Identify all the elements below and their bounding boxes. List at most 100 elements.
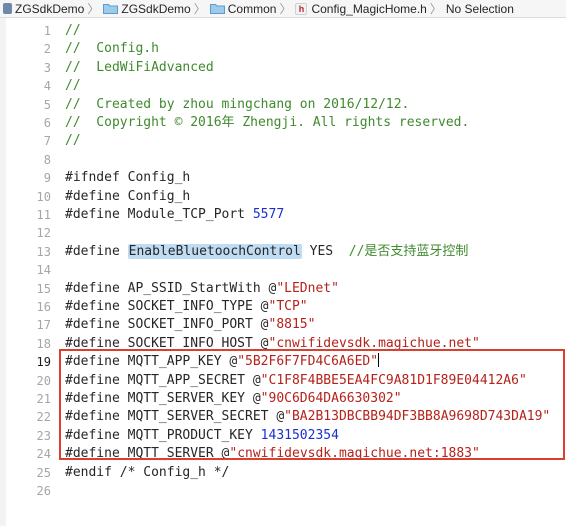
- code-text: // Config.h: [65, 40, 159, 58]
- line-number: 19: [36, 355, 51, 370]
- crumb-project-label: ZGSdkDemo: [15, 1, 85, 16]
- code-comment: // Copyright © 2016年 Zhengji. All rights…: [65, 115, 470, 130]
- code-text: //: [65, 22, 81, 40]
- folder-icon: [209, 4, 225, 14]
- code-line[interactable]: 4 //: [0, 77, 566, 95]
- code-comment: // LedWiFiAdvanced: [65, 59, 214, 75]
- code-text: // Copyright © 2016年 Zhengji. All rights…: [65, 114, 469, 132]
- crumb-project[interactable]: ZGSdkDemo 〉: [3, 0, 103, 17]
- code-token: #define SOCKET_INFO_TYPE @: [65, 299, 269, 314]
- jump-bar: ZGSdkDemo 〉 ZGSdkDemo 〉 Common 〉 h Confi…: [0, 0, 566, 18]
- line-number: 1: [43, 24, 51, 38]
- code-token: #endif /* Config_h */: [65, 464, 230, 480]
- code-line[interactable]: 5 // Created by zhou mingchang on 2016/12…: [0, 96, 566, 114]
- code-line[interactable]: 2 // Config.h: [0, 40, 566, 58]
- code-text: #define AP_SSID_StartWith @"LEDnet": [65, 280, 339, 298]
- line-number: 17: [36, 318, 51, 333]
- line-number: 20: [36, 373, 51, 388]
- line-number: 14: [36, 263, 51, 278]
- chevron-right-icon: 〉: [193, 2, 206, 16]
- crumb-selection-label: No Selection: [445, 1, 514, 16]
- line-number: 22: [36, 410, 51, 425]
- code-line[interactable]: 9 #ifndef Config_h: [0, 169, 566, 187]
- line-number: 26: [36, 484, 51, 498]
- code-comment: //: [65, 78, 81, 94]
- code-line[interactable]: 25 #endif /* Config_h */: [0, 464, 566, 482]
- line-number: 4: [43, 79, 51, 94]
- folder-icon: [103, 4, 119, 14]
- code-comment: //: [65, 23, 81, 38]
- code-line[interactable]: 8: [0, 151, 566, 169]
- code-token: #define AP_SSID_StartWith @: [65, 280, 277, 296]
- annotation-highlight-box: [59, 349, 565, 460]
- crumb-group[interactable]: ZGSdkDemo 〉: [103, 0, 209, 17]
- code-line[interactable]: 12: [0, 224, 566, 242]
- code-line[interactable]: 13 #define EnableBluetoochControl YES //是…: [0, 243, 566, 261]
- line-number: 24: [36, 447, 51, 462]
- line-number: 9: [43, 171, 51, 186]
- code-token: #define Module_TCP_Port: [65, 207, 253, 222]
- code-text: #endif /* Config_h */: [65, 464, 229, 482]
- line-number: 7: [43, 134, 51, 149]
- code-line[interactable]: 6 // Copyright © 2016年 Zhengji. All right…: [0, 114, 566, 132]
- line-number: 21: [36, 392, 51, 406]
- line-number: 25: [36, 465, 51, 480]
- code-line[interactable]: 7 //: [0, 132, 566, 150]
- line-number: 3: [43, 60, 51, 75]
- highlighted-symbol: EnableBluetoochControl: [127, 243, 302, 259]
- code-token: #define: [65, 243, 128, 259]
- code-string: "TCP": [268, 299, 308, 314]
- code-line[interactable]: 17 #define SOCKET_INFO_PORT @"8815": [0, 316, 566, 334]
- header-file-icon: h: [295, 2, 308, 15]
- code-token: #ifndef Config_h: [65, 170, 191, 186]
- line-number: 16: [36, 300, 51, 314]
- line-number: 12: [36, 226, 51, 241]
- line-number: 23: [36, 428, 51, 443]
- code-text: // Created by zhou mingchang on 2016/12/…: [65, 96, 409, 114]
- code-comment: // Config.h: [65, 41, 159, 57]
- code-text: #define SOCKET_INFO_PORT @"8815": [65, 316, 315, 334]
- line-number: 5: [43, 97, 51, 112]
- code-text: #define Module_TCP_Port 5577: [65, 206, 284, 224]
- code-text: // LedWiFiAdvanced: [65, 59, 214, 77]
- crumb-folder[interactable]: Common 〉: [209, 0, 296, 17]
- line-number: 13: [36, 244, 51, 259]
- crumb-folder-label: Common: [227, 1, 277, 16]
- chevron-right-icon: 〉: [429, 2, 442, 16]
- code-string: "LEDnet": [276, 280, 339, 296]
- code-token: YES: [301, 243, 349, 259]
- code-line[interactable]: 15 #define AP_SSID_StartWith @"LEDnet": [0, 280, 566, 298]
- line-number: 10: [36, 189, 51, 204]
- line-number: 18: [36, 336, 51, 351]
- chevron-right-icon: 〉: [87, 2, 100, 16]
- code-text: //: [65, 77, 81, 95]
- crumb-group-label: ZGSdkDemo: [121, 1, 191, 16]
- code-text: #define SOCKET_INFO_TYPE @"TCP": [65, 298, 308, 316]
- code-line[interactable]: 14: [0, 261, 566, 279]
- code-text: #define Config_h: [65, 188, 190, 206]
- code-line[interactable]: 26: [0, 482, 566, 500]
- code-text: //: [65, 132, 81, 150]
- code-comment: // Created by zhou mingchang on 2016/12/…: [65, 96, 410, 112]
- code-number: 5577: [252, 207, 285, 222]
- code-line[interactable]: 16 #define SOCKET_INFO_TYPE @"TCP": [0, 298, 566, 316]
- line-number: 2: [43, 42, 51, 57]
- code-text: #ifndef Config_h: [65, 169, 190, 187]
- crumb-file-label: Config_MagicHome.h: [311, 1, 427, 16]
- code-line[interactable]: 11 #define Module_TCP_Port 5577: [0, 206, 566, 224]
- code-text: #define EnableBluetoochControl YES //是否支…: [65, 243, 468, 261]
- code-line[interactable]: 1 //: [0, 22, 566, 40]
- code-token: #define Config_h: [65, 188, 191, 204]
- code-comment: //: [65, 133, 81, 149]
- line-number: 15: [36, 281, 51, 296]
- code-comment: //是否支持蓝牙控制: [348, 243, 469, 259]
- crumb-selection[interactable]: No Selection: [446, 0, 514, 17]
- line-number: 11: [36, 208, 51, 222]
- code-string: "8815": [268, 317, 316, 333]
- crumb-file[interactable]: h Config_MagicHome.h 〉: [295, 0, 445, 17]
- chevron-right-icon: 〉: [279, 2, 292, 16]
- code-token: #define SOCKET_INFO_PORT @: [65, 317, 269, 333]
- line-number: 6: [43, 116, 51, 130]
- code-line[interactable]: 10 #define Config_h: [0, 188, 566, 206]
- code-line[interactable]: 3 // LedWiFiAdvanced: [0, 59, 566, 77]
